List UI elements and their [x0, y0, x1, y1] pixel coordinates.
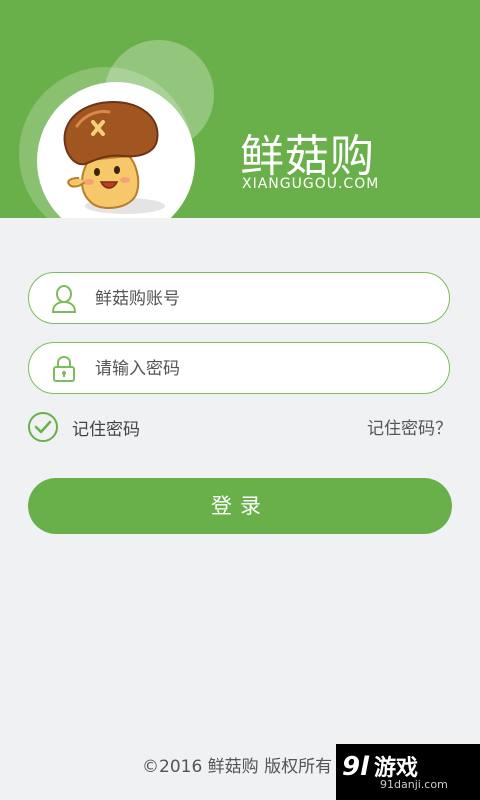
lock-icon	[51, 355, 77, 383]
mushroom-mascot-icon	[63, 100, 165, 214]
forgot-password-link[interactable]: 记住密码？	[367, 414, 452, 439]
copyright-text: ©2016 鲜菇购 版权所有	[142, 757, 333, 777]
header-banner: 鲜菇购 XIANGUGOU.COM	[0, 0, 480, 218]
check-circle-icon[interactable]	[28, 412, 58, 442]
watermark-logo: 9l	[342, 752, 370, 782]
login-button[interactable]: 登录	[28, 478, 452, 534]
password-input[interactable]	[93, 353, 427, 385]
password-field[interactable]	[28, 342, 450, 394]
mascot-avatar	[37, 82, 195, 218]
account-input[interactable]	[93, 283, 427, 315]
site-watermark: 9l 游戏 91danji.com	[336, 744, 480, 800]
remember-password-toggle[interactable]: 记住密码	[28, 410, 140, 444]
watermark-url: 91danji.com	[380, 778, 448, 791]
remember-password-label: 记住密码	[72, 419, 140, 440]
brand-domain: XIANGUGOU.COM	[242, 176, 380, 192]
user-outline-icon	[51, 285, 77, 313]
brand-name: 鲜菇购	[240, 131, 375, 182]
account-field[interactable]	[28, 272, 450, 324]
